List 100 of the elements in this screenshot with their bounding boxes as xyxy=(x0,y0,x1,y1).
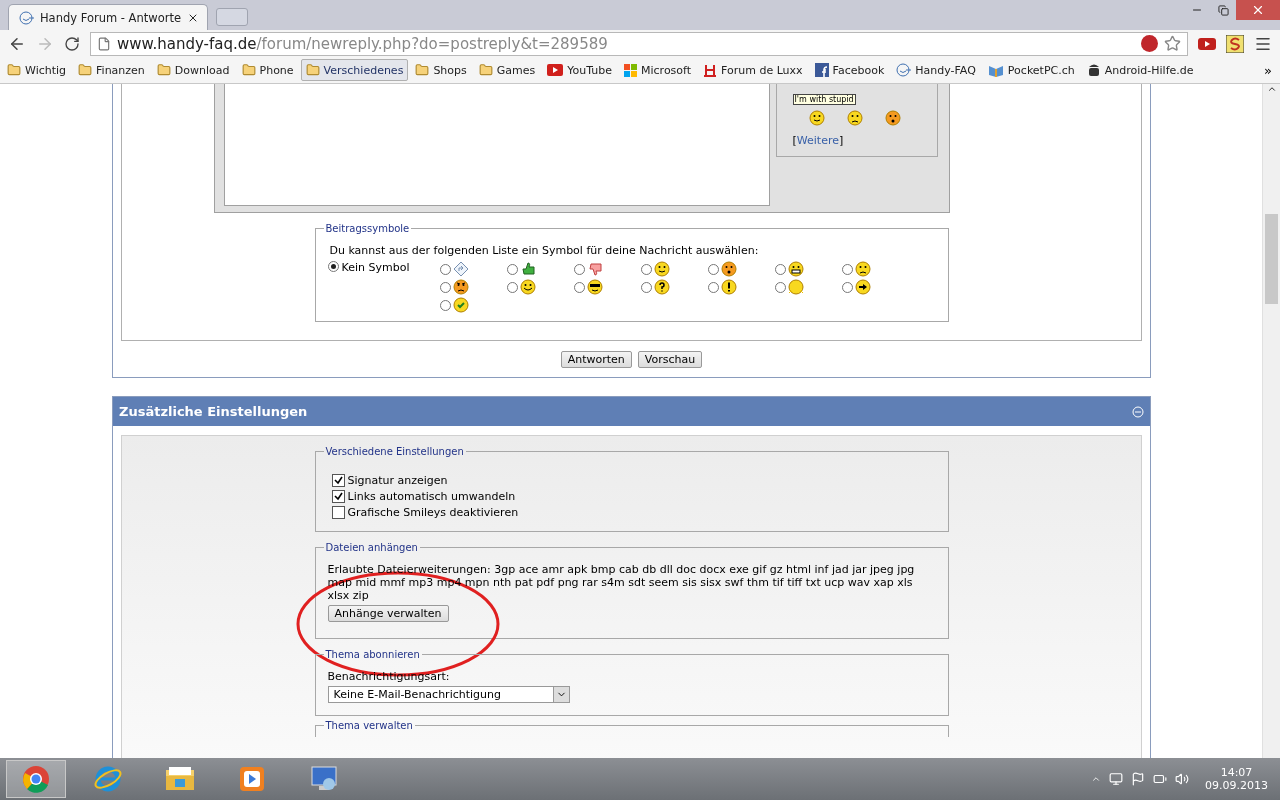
radio-button[interactable] xyxy=(774,281,786,293)
tooltip: I'm with stupid xyxy=(792,94,856,105)
checkbox[interactable] xyxy=(331,474,345,487)
option-label: Links automatisch umwandeln xyxy=(347,490,516,503)
bookmark[interactable]: YouTube xyxy=(542,59,617,81)
radio-button[interactable] xyxy=(841,281,853,293)
smile-smiley-icon xyxy=(653,261,670,277)
group-legend: Verschiedene Einstellungen xyxy=(323,446,466,457)
file-explorer-icon[interactable] xyxy=(165,766,195,792)
check-smiley-icon xyxy=(452,297,469,313)
cool-smiley-icon xyxy=(586,279,603,295)
radio-button[interactable] xyxy=(707,263,719,275)
radio-button[interactable] xyxy=(439,263,451,275)
diamond-sign-icon xyxy=(452,261,469,277)
bookmark[interactable]: Wichtig xyxy=(2,59,72,81)
h-logo-icon xyxy=(703,63,718,77)
bookmark[interactable]: Forum de Luxx xyxy=(698,59,808,81)
arrow-right-smiley-icon xyxy=(854,279,871,295)
sun-smiley-icon xyxy=(787,279,804,295)
bracket-text: [ xyxy=(792,134,797,147)
s-logo-icon[interactable] xyxy=(1226,34,1244,53)
show-hidden-icons[interactable] xyxy=(1091,774,1101,784)
reload-icon[interactable] xyxy=(64,35,80,52)
media-player-icon[interactable] xyxy=(239,766,265,792)
address-bar[interactable]: www.handy-faq.de/forum/newreply.php?do=postreply&t=289589 xyxy=(90,31,1188,56)
chrome-icon[interactable] xyxy=(22,765,50,793)
option-label: Grafische Smileys deaktivieren xyxy=(347,506,519,519)
form-button[interactable]: Antworten xyxy=(560,351,632,368)
group-legend: Dateien anhängen xyxy=(323,542,420,553)
thumbs-up-icon xyxy=(519,261,536,277)
clock[interactable]: 14:07 09.09.2013 xyxy=(1205,766,1268,792)
stop-sign-icon[interactable] xyxy=(1141,35,1158,52)
bookmark[interactable]: Shops xyxy=(410,59,472,81)
smiley-logo-icon xyxy=(19,10,34,25)
happy-smiley-icon xyxy=(519,279,536,295)
more-smilies-link[interactable]: Weitere xyxy=(796,134,839,147)
folder-icon xyxy=(241,63,256,77)
play-button-icon[interactable] xyxy=(1198,37,1216,50)
folder-icon xyxy=(478,63,493,77)
folder-icon xyxy=(305,63,320,77)
scroll-up-icon[interactable] xyxy=(1266,84,1277,94)
close-icon xyxy=(1251,3,1265,17)
radio-button[interactable] xyxy=(439,281,451,293)
surprised-smiley-icon xyxy=(884,110,901,126)
smile-smiley-icon xyxy=(808,110,825,126)
folder-icon xyxy=(7,63,21,77)
battery-icon[interactable] xyxy=(1153,772,1167,786)
exclamation-smiley-icon xyxy=(720,279,737,295)
collapse-icon[interactable] xyxy=(1132,405,1144,418)
radio-button[interactable] xyxy=(439,299,451,311)
folder-icon xyxy=(156,63,171,77)
option-label: Kein Symbol xyxy=(341,261,410,274)
internet-explorer-icon[interactable] xyxy=(93,764,123,794)
question-smiley-icon xyxy=(653,279,670,295)
volume-icon[interactable] xyxy=(1175,772,1189,786)
bookmark[interactable]: Microsoft xyxy=(619,59,697,81)
bookmark[interactable]: Phone xyxy=(236,59,299,81)
radio-button[interactable] xyxy=(640,281,652,293)
browser-tab[interactable]: Handy Forum - Antworte xyxy=(8,4,208,30)
frown-smiley-icon xyxy=(854,261,871,277)
bookmark[interactable]: Download xyxy=(151,59,235,81)
smiley-logo-icon xyxy=(896,63,912,77)
frown-smiley-icon xyxy=(846,110,863,126)
radio-button[interactable] xyxy=(506,263,518,275)
radio-button[interactable] xyxy=(573,263,585,275)
group-legend: Beitragssymbole xyxy=(323,223,412,234)
group-legend: Thema abonnieren xyxy=(323,649,422,660)
bookmark[interactable]: Finanzen xyxy=(73,59,150,81)
radio-button[interactable] xyxy=(506,281,518,293)
bookmark[interactable]: Verschiedenes xyxy=(300,59,409,81)
more-bookmarks-button[interactable]: » xyxy=(1258,62,1278,78)
bookmark[interactable]: PocketPC.ch xyxy=(982,59,1080,81)
checkbox[interactable] xyxy=(331,506,345,519)
bookmark[interactable]: Games xyxy=(473,59,541,81)
thumbs-down-icon xyxy=(586,261,603,277)
bookmark[interactable]: Facebook xyxy=(809,59,890,81)
radio-button[interactable] xyxy=(327,261,339,272)
message-field[interactable] xyxy=(223,84,770,206)
form-button[interactable]: Vorschau xyxy=(637,351,703,368)
scrollbar-thumb[interactable] xyxy=(1265,214,1278,304)
angry-smiley-icon xyxy=(452,279,469,295)
manage-attachments-button[interactable]: Anhänge verwalten xyxy=(327,605,449,622)
radio-button[interactable] xyxy=(640,263,652,275)
star-icon[interactable] xyxy=(1164,35,1181,52)
option-label: Signatur anzeigen xyxy=(347,474,448,487)
bookmark[interactable]: Handy-FAQ xyxy=(891,59,981,81)
flag-icon[interactable] xyxy=(1131,772,1145,786)
monitor-icon[interactable] xyxy=(1109,772,1123,786)
radio-button[interactable] xyxy=(573,281,585,293)
play-button-icon xyxy=(547,64,564,76)
grin-smiley-icon xyxy=(787,261,804,277)
checkbox[interactable] xyxy=(331,490,345,503)
field-label: Benachrichtigungsart: xyxy=(327,670,451,683)
open-book-icon xyxy=(987,63,1004,77)
close-window-button[interactable] xyxy=(1236,0,1280,20)
bookmark[interactable]: Android-Hilfe.de xyxy=(1081,59,1199,81)
notification-select[interactable]: Keine E-Mail-Benachrichtigung xyxy=(327,686,570,703)
radio-button[interactable] xyxy=(841,263,853,275)
radio-button[interactable] xyxy=(774,263,786,275)
radio-button[interactable] xyxy=(707,281,719,293)
